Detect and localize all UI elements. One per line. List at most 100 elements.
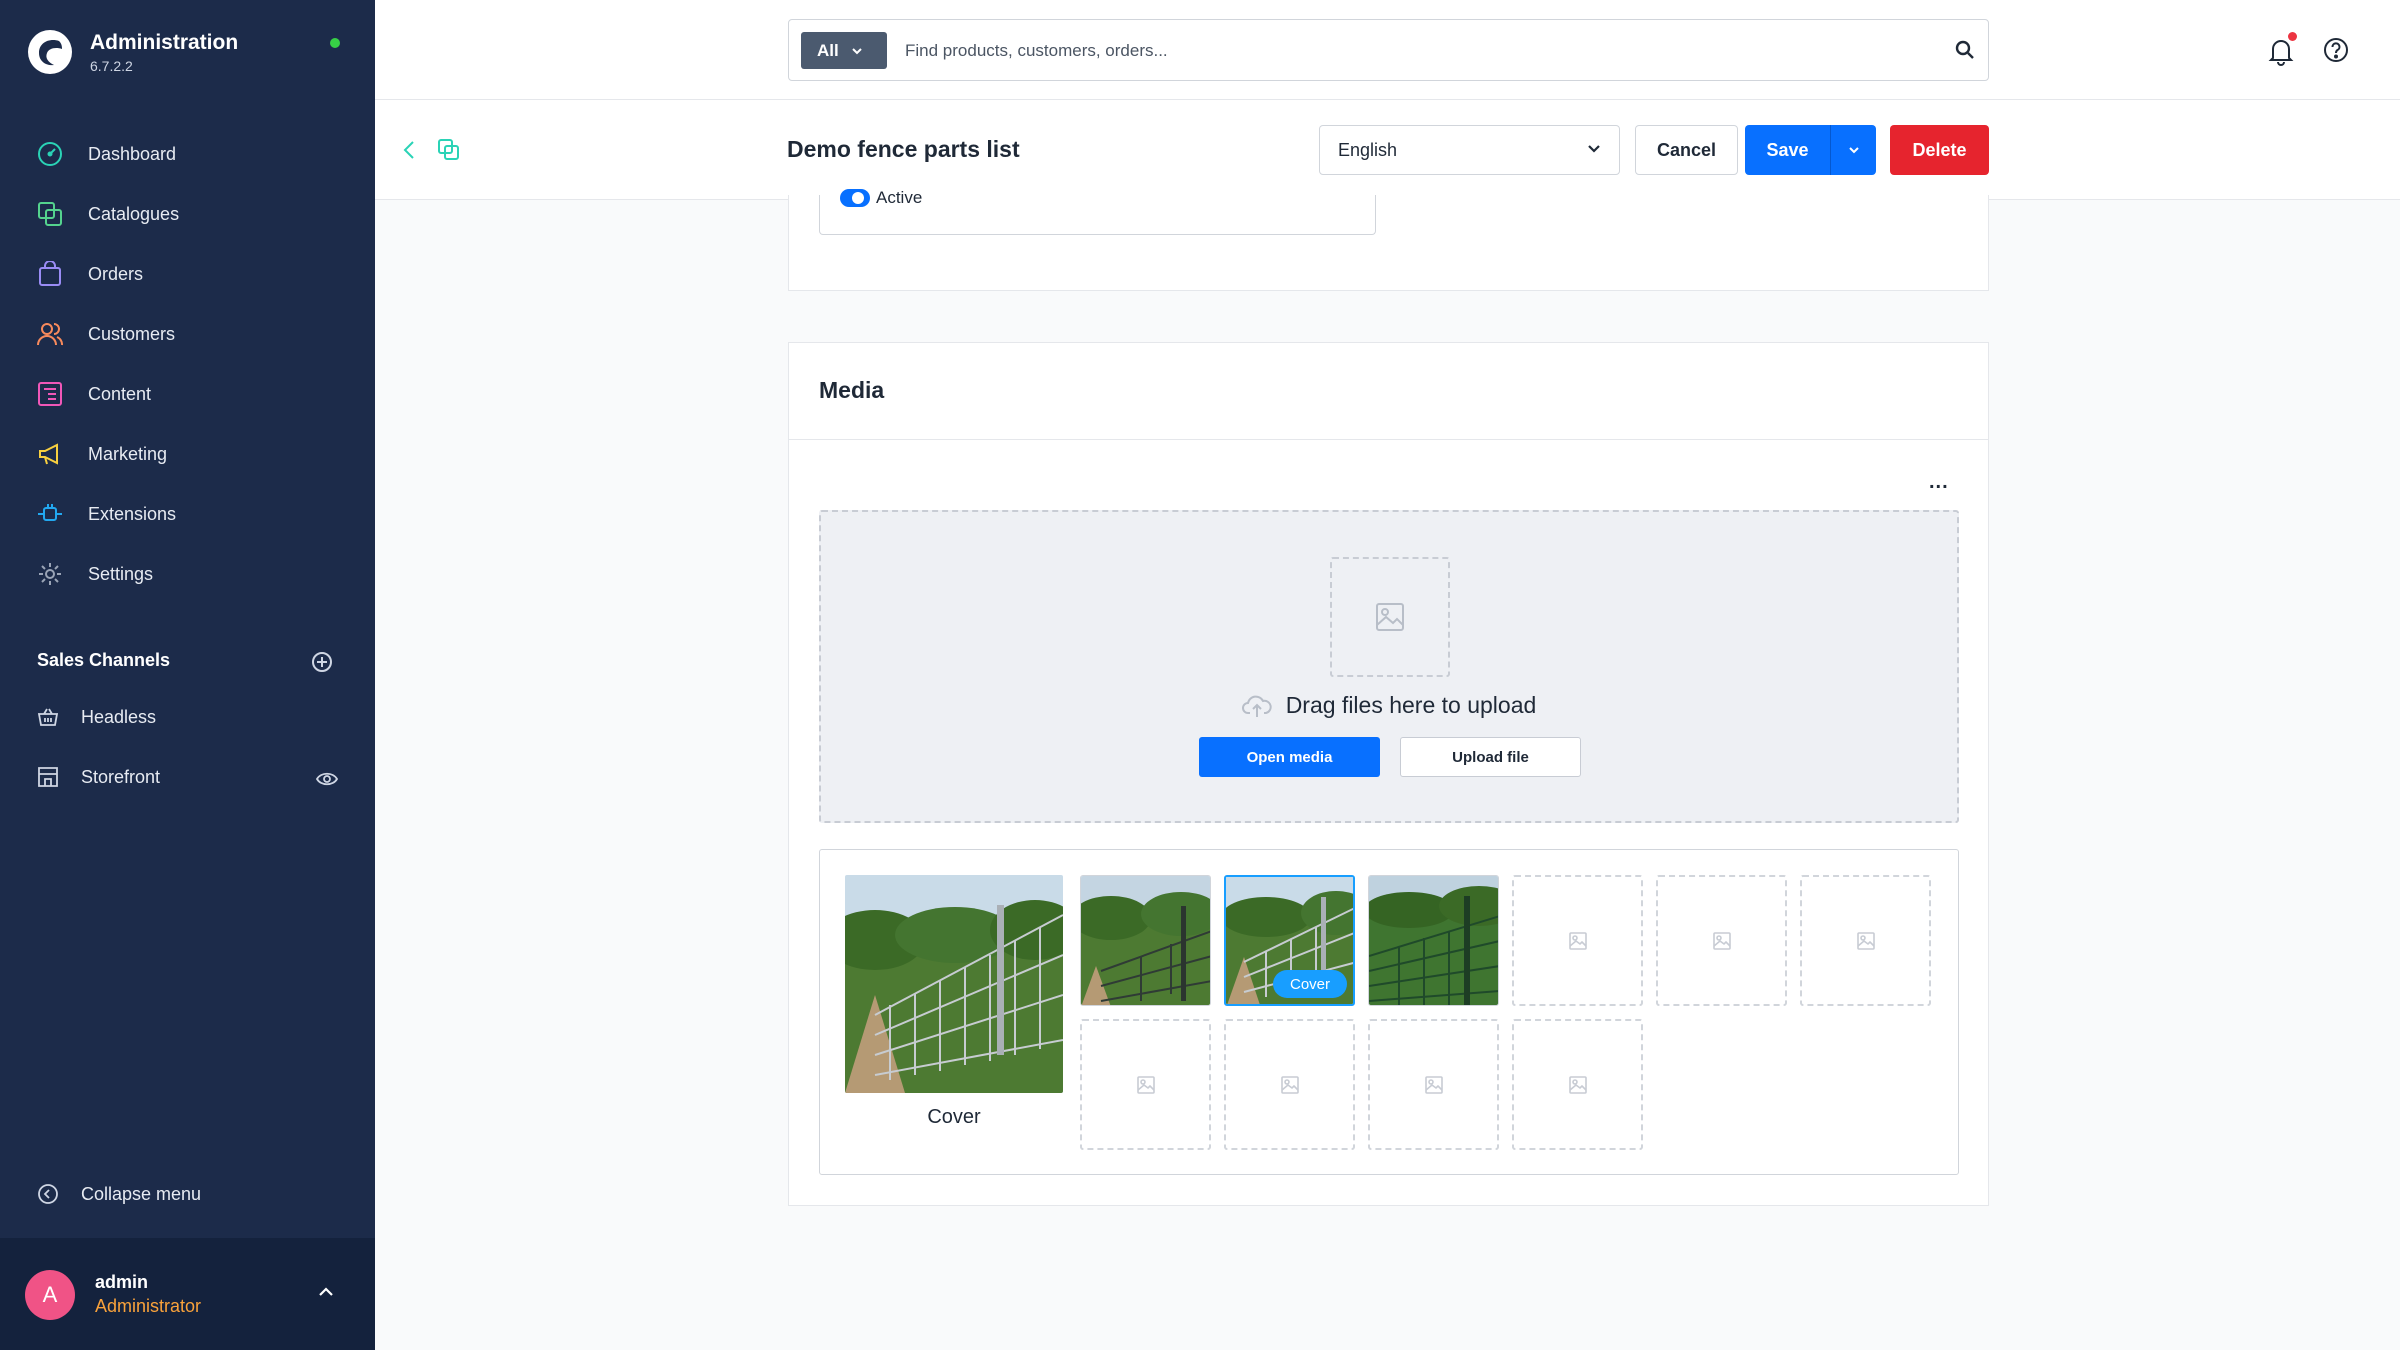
chevron-down-icon: [1848, 147, 1859, 154]
user-menu[interactable]: A admin Administrator: [0, 1238, 375, 1350]
nav-item-dashboard[interactable]: Dashboard: [0, 124, 375, 184]
nav-item-customers[interactable]: Customers: [0, 304, 375, 364]
copy-icon[interactable]: [437, 138, 461, 162]
media-gallery: Cover Cover: [819, 849, 1959, 1175]
help-icon[interactable]: [2322, 36, 2350, 64]
fence-photo: [1081, 876, 1210, 1005]
nav-item-extensions[interactable]: Extensions: [0, 484, 375, 544]
empty-media-slot[interactable]: [1800, 875, 1931, 1006]
nav-item-marketing[interactable]: Marketing: [0, 424, 375, 484]
nav-item-content[interactable]: Content: [0, 364, 375, 424]
image-placeholder-icon: [1856, 931, 1875, 950]
divider: [789, 439, 1988, 440]
media-thumbnail[interactable]: [1080, 875, 1211, 1006]
image-placeholder-icon: [1712, 931, 1731, 950]
main-nav: Dashboard Catalogues Orders Customers Co…: [0, 124, 375, 604]
cover-image[interactable]: [845, 875, 1063, 1093]
language-select[interactable]: English: [1319, 125, 1620, 175]
general-card: Active: [788, 188, 1989, 291]
nav-label: Extensions: [88, 503, 177, 524]
user-role: Administrator: [95, 1296, 202, 1316]
megaphone-icon: [36, 440, 64, 468]
empty-media-slot[interactable]: [1224, 1019, 1355, 1150]
nav-label: Catalogues: [88, 203, 180, 224]
cloud-upload-icon: [1241, 695, 1272, 717]
empty-media-slot[interactable]: [1512, 875, 1643, 1006]
nav-label: Customers: [88, 323, 176, 344]
global-search: All: [788, 19, 1989, 81]
sales-channel-label: Headless: [81, 706, 157, 727]
nav-label: Dashboard: [88, 143, 177, 164]
open-media-button[interactable]: Open media: [1199, 737, 1380, 777]
image-placeholder-icon: [1376, 603, 1404, 631]
image-placeholder-icon: [1280, 1075, 1299, 1094]
user-name: admin: [95, 1272, 149, 1292]
nav-label: Settings: [88, 563, 154, 584]
chevron-down-icon: [852, 47, 862, 54]
image-placeholder-icon: [1568, 931, 1587, 950]
fence-photo: [845, 875, 1063, 1093]
search-type-dropdown[interactable]: All: [801, 32, 887, 69]
upload-dropzone[interactable]: Drag files here to upload Open media Upl…: [819, 510, 1959, 823]
active-toggle[interactable]: [840, 189, 870, 207]
more-options-button[interactable]: ...: [1929, 471, 1949, 494]
sales-channel-headless[interactable]: Headless: [37, 706, 156, 728]
add-sales-channel-icon[interactable]: [311, 651, 333, 673]
chevron-left-circle-icon: [38, 1184, 58, 1204]
active-label: Active: [876, 188, 923, 207]
chevron-down-icon: [1588, 145, 1600, 153]
nav-label: Content: [88, 383, 152, 404]
cover-label: Cover: [927, 1106, 981, 1128]
image-placeholder-icon: [1568, 1075, 1587, 1094]
save-button[interactable]: Save: [1745, 125, 1830, 175]
dropzone-text: Drag files here to upload: [821, 692, 1957, 719]
cancel-button[interactable]: Cancel: [1635, 125, 1738, 175]
app-title: Administration: [90, 30, 239, 54]
basket-icon: [37, 708, 59, 726]
content-icon: [36, 380, 64, 408]
cover-badge: Cover: [1273, 970, 1347, 998]
app-version: 6.7.2.2: [90, 57, 133, 74]
search-type-label: All: [817, 40, 839, 60]
users-icon: [36, 320, 64, 348]
gear-icon: [36, 560, 64, 588]
top-bar: All: [375, 0, 2400, 100]
sales-channel-storefront[interactable]: Storefront: [37, 766, 160, 788]
save-options-button[interactable]: [1830, 125, 1876, 175]
sidebar: Administration 6.7.2.2 Dashboard Catalog…: [0, 0, 375, 1350]
sales-channel-label: Storefront: [81, 766, 161, 787]
fence-photo: [1369, 876, 1498, 1005]
nav-label: Orders: [88, 263, 144, 284]
media-thumbnail-cover[interactable]: Cover: [1224, 875, 1355, 1006]
active-field: Active: [819, 188, 1376, 235]
empty-media-slot[interactable]: [1656, 875, 1787, 1006]
nav-item-settings[interactable]: Settings: [0, 544, 375, 604]
nav-item-orders[interactable]: Orders: [0, 244, 375, 304]
catalogue-icon: [36, 200, 64, 228]
eye-icon[interactable]: [316, 771, 338, 787]
chevron-up-icon[interactable]: [317, 1286, 335, 1298]
page-title: Demo fence parts list: [787, 136, 1020, 162]
dropzone-label: Drag files here to upload: [1285, 692, 1537, 718]
chevron-left-icon[interactable]: [400, 138, 418, 162]
brand[interactable]: Administration 6.7.2.2: [26, 28, 238, 76]
empty-media-slot[interactable]: [1368, 1019, 1499, 1150]
empty-media-slot[interactable]: [1080, 1019, 1211, 1150]
empty-media-slot[interactable]: [1512, 1019, 1643, 1150]
status-indicator: [330, 38, 340, 48]
notification-dot: [2288, 32, 2297, 41]
plug-icon: [36, 500, 64, 528]
media-thumbnail[interactable]: [1368, 875, 1499, 1006]
media-title: Media: [819, 377, 885, 403]
upload-file-button[interactable]: Upload file: [1400, 737, 1581, 777]
collapse-menu-label: Collapse menu: [81, 1183, 202, 1204]
search-input[interactable]: [905, 32, 1905, 69]
image-placeholder-icon: [1424, 1075, 1443, 1094]
nav-item-catalogues[interactable]: Catalogues: [0, 184, 375, 244]
language-value: English: [1338, 139, 1398, 160]
delete-button[interactable]: Delete: [1890, 125, 1989, 175]
collapse-menu-button[interactable]: Collapse menu: [37, 1183, 201, 1205]
search-icon[interactable]: [1954, 39, 1976, 61]
sales-channels-title: Sales Channels: [37, 650, 171, 670]
smart-bar: Demo fence parts list English Cancel Sav…: [375, 100, 2400, 200]
